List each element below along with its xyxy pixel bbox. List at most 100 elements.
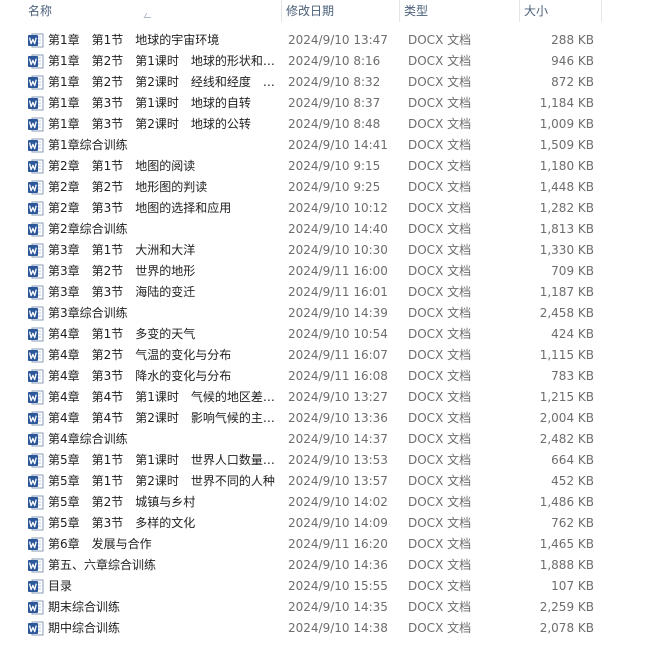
file-name: 第3章综合训练 [48, 306, 128, 320]
file-name: 第4章 第2节 气温的变化与分布 [48, 348, 232, 362]
file-date-modified: 2024/9/10 13:47 [288, 33, 388, 47]
file-size: 1,888 KB [539, 558, 594, 572]
file-name: 第1章 第2节 第2课时 经线和经度 … [48, 75, 275, 89]
word-doc-icon [28, 285, 44, 300]
file-name: 第五、六章综合训练 [48, 558, 157, 572]
word-doc-icon [28, 600, 44, 615]
file-row[interactable]: 第2章 第3节 地图的选择和应用 2024/9/10 10:12 DOCX 文档 1,… [24, 198, 604, 219]
file-row[interactable]: 第4章 第1节 多变的天气 2024/9/10 10:54 DOCX 文档 424 K… [24, 324, 604, 345]
file-date-modified: 2024/9/10 8:32 [288, 75, 381, 89]
file-row[interactable]: 期中综合训练 2024/9/10 14:38 DOCX 文档 2,078 KB [24, 618, 604, 639]
column-type[interactable]: 类型 [400, 0, 520, 22]
word-doc-icon [28, 117, 44, 132]
file-date-modified: 2024/9/11 16:20 [288, 537, 388, 551]
file-date-modified: 2024/9/10 14:40 [288, 222, 388, 236]
file-date-modified: 2024/9/10 13:27 [288, 390, 388, 404]
file-name: 第3章 第3节 海陆的变迁 [48, 285, 196, 299]
file-row[interactable]: 第6章 发展与合作 2024/9/11 16:20 DOCX 文档 1,465 KB [24, 534, 604, 555]
file-size: 288 KB [551, 33, 594, 47]
file-size: 2,078 KB [539, 621, 594, 635]
column-name[interactable]: 名称 [24, 0, 282, 22]
file-row[interactable]: 第4章综合训练 2024/9/10 14:37 DOCX 文档 2,482 KB [24, 429, 604, 450]
file-name: 第4章 第4节 第1课时 气候的地区差… [48, 390, 275, 404]
file-size: 1,187 KB [539, 285, 594, 299]
file-size: 762 KB [551, 516, 594, 530]
file-name: 第4章 第3节 降水的变化与分布 [48, 369, 232, 383]
file-name: 目录 [48, 579, 73, 593]
file-name: 第2章 第2节 地形图的判读 [48, 180, 208, 194]
file-row[interactable]: 第5章 第1节 第2课时 世界不同的人种 2024/9/10 13:57 DOCX … [24, 471, 604, 492]
file-date-modified: 2024/9/10 14:02 [288, 495, 388, 509]
file-size: 1,180 KB [539, 159, 594, 173]
file-row[interactable]: 第1章 第3节 第2课时 地球的公转 2024/9/10 8:48 DOCX 文档 1… [24, 114, 604, 135]
file-size: 1,330 KB [539, 243, 594, 257]
word-doc-icon [28, 474, 44, 489]
file-size: 946 KB [551, 54, 594, 68]
word-doc-icon [28, 453, 44, 468]
file-date-modified: 2024/9/10 14:09 [288, 516, 388, 530]
file-row[interactable]: 目录 2024/9/10 15:55 DOCX 文档 107 KB [24, 576, 604, 597]
file-row[interactable]: 期末综合训练 2024/9/10 14:35 DOCX 文档 2,259 KB [24, 597, 604, 618]
file-date-modified: 2024/9/11 16:00 [288, 264, 388, 278]
file-date-modified: 2024/9/10 8:16 [288, 54, 381, 68]
file-row[interactable]: 第4章 第4节 第1课时 气候的地区差… 2024/9/10 13:27 DOCX … [24, 387, 604, 408]
file-size: 2,259 KB [539, 600, 594, 614]
file-size: 1,184 KB [539, 96, 594, 110]
word-doc-icon [28, 411, 44, 426]
word-doc-icon [28, 558, 44, 573]
file-name: 第1章 第3节 第1课时 地球的自转 [48, 96, 251, 110]
file-row[interactable]: 第5章 第1节 第1课时 世界人口数量… 2024/9/10 13:53 DOCX … [24, 450, 604, 471]
file-row[interactable]: 第1章 第3节 第1课时 地球的自转 2024/9/10 8:37 DOCX 文档 1… [24, 93, 604, 114]
file-row[interactable]: 第1章 第2节 第1课时 地球的形状和… 2024/9/10 8:16 DOCX 文… [24, 51, 604, 72]
file-row[interactable]: 第1章综合训练 2024/9/10 14:41 DOCX 文档 1,509 KB [24, 135, 604, 156]
word-doc-icon [28, 54, 44, 69]
word-doc-icon [28, 201, 44, 216]
file-name: 第4章 第4节 第2课时 影响气候的主… [48, 411, 275, 425]
word-doc-icon [28, 33, 44, 48]
file-name: 第2章 第1节 地图的阅读 [48, 159, 196, 173]
file-size: 1,009 KB [539, 117, 594, 131]
word-doc-icon [28, 432, 44, 447]
file-date-modified: 2024/9/10 10:12 [288, 201, 388, 215]
file-row[interactable]: 第2章 第1节 地图的阅读 2024/9/10 9:15 DOCX 文档 1,180 … [24, 156, 604, 177]
word-doc-icon [28, 159, 44, 174]
word-doc-icon [28, 306, 44, 321]
file-name: 第3章 第1节 大洲和大洋 [48, 243, 196, 257]
file-row[interactable]: 第五、六章综合训练 2024/9/10 14:36 DOCX 文档 1,888 KB [24, 555, 604, 576]
file-row[interactable]: 第5章 第2节 城镇与乡村 2024/9/10 14:02 DOCX 文档 1,486… [24, 492, 604, 513]
file-size: 1,509 KB [539, 138, 594, 152]
file-row[interactable]: 第3章综合训练 2024/9/10 14:39 DOCX 文档 2,458 KB [24, 303, 604, 324]
file-name: 第1章综合训练 [48, 138, 128, 152]
file-row[interactable]: 第2章综合训练 2024/9/10 14:40 DOCX 文档 1,813 KB [24, 219, 604, 240]
file-date-modified: 2024/9/10 14:38 [288, 621, 388, 635]
file-row[interactable]: 第5章 第3节 多样的文化 2024/9/10 14:09 DOCX 文档 762 K… [24, 513, 604, 534]
file-size: 1,813 KB [539, 222, 594, 236]
file-row[interactable]: 第4章 第3节 降水的变化与分布 2024/9/11 16:08 DOCX 文档 78… [24, 366, 604, 387]
file-name: 期末综合训练 [48, 600, 121, 614]
file-size: 872 KB [551, 75, 594, 89]
file-size: 1,486 KB [539, 495, 594, 509]
file-row[interactable]: 第3章 第3节 海陆的变迁 2024/9/11 16:01 DOCX 文档 1,187… [24, 282, 604, 303]
column-size[interactable]: 大小 [520, 0, 602, 22]
file-row[interactable]: 第4章 第2节 气温的变化与分布 2024/9/11 16:07 DOCX 文档 1,… [24, 345, 604, 366]
word-doc-icon [28, 180, 44, 195]
file-row[interactable]: 第3章 第1节 大洲和大洋 2024/9/10 10:30 DOCX 文档 1,330… [24, 240, 604, 261]
word-doc-icon [28, 390, 44, 405]
file-row[interactable]: 第1章 第1节 地球的宇宙环境 2024/9/10 13:47 DOCX 文档 288… [24, 30, 604, 51]
word-doc-icon [28, 495, 44, 510]
file-name: 第1章 第1节 地球的宇宙环境 [48, 33, 220, 47]
file-row[interactable]: 第3章 第2节 世界的地形 2024/9/11 16:00 DOCX 文档 709 K… [24, 261, 604, 282]
file-size: 1,448 KB [539, 180, 594, 194]
file-date-modified: 2024/9/10 10:30 [288, 243, 388, 257]
file-name: 第3章 第2节 世界的地形 [48, 264, 196, 278]
file-name: 第5章 第1节 第2课时 世界不同的人种 [48, 474, 275, 488]
file-row[interactable]: 第4章 第4节 第2课时 影响气候的主… 2024/9/10 13:36 DOCX … [24, 408, 604, 429]
file-date-modified: 2024/9/10 8:37 [288, 96, 381, 110]
file-date-modified: 2024/9/11 16:01 [288, 285, 388, 299]
file-row[interactable]: 第1章 第2节 第2课时 经线和经度 … 2024/9/10 8:32 DOCX 文… [24, 72, 604, 93]
word-doc-icon [28, 369, 44, 384]
column-date-modified[interactable]: 修改日期 [282, 0, 400, 22]
file-row[interactable]: 第2章 第2节 地形图的判读 2024/9/10 9:25 DOCX 文档 1,448… [24, 177, 604, 198]
file-date-modified: 2024/9/10 13:36 [288, 411, 388, 425]
file-date-modified: 2024/9/10 14:36 [288, 558, 388, 572]
